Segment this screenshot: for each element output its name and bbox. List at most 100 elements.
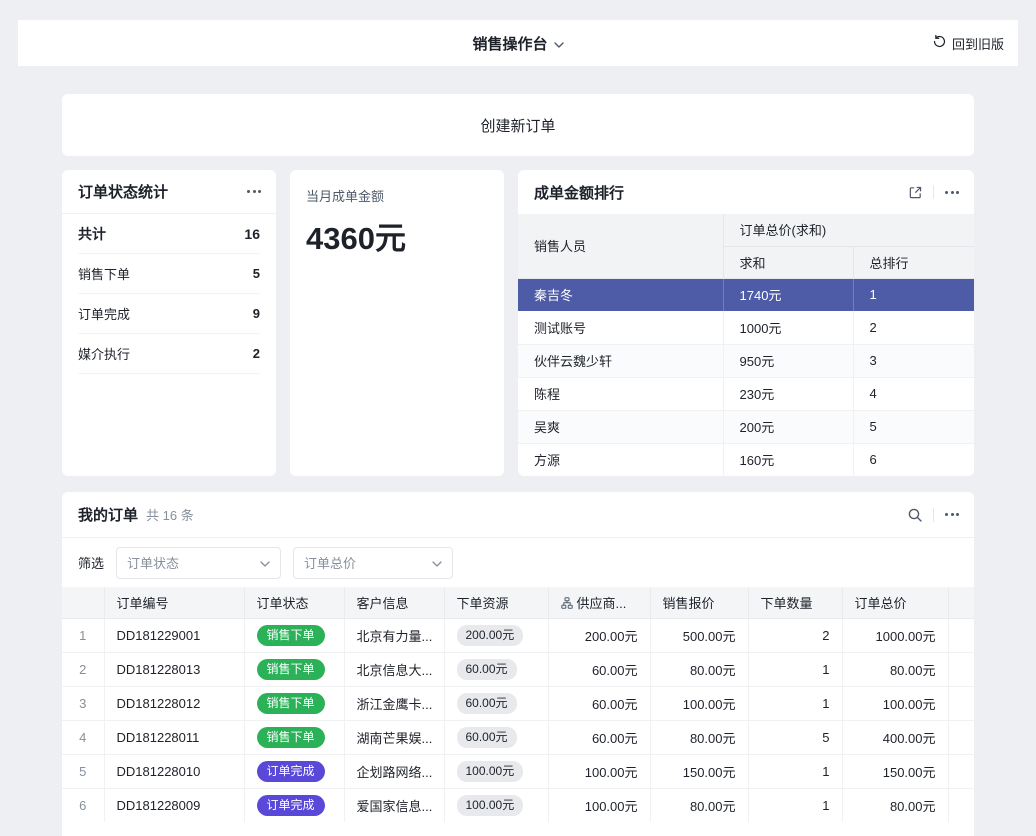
status-row-media[interactable]: 媒介执行 2: [78, 334, 260, 374]
more-icon[interactable]: [246, 187, 262, 196]
row-number: 5: [62, 754, 104, 788]
resource-cell: 100.00元: [444, 788, 548, 822]
divider: [933, 508, 934, 522]
rank-sum: 1740元: [723, 278, 853, 311]
qty-cell: 2: [748, 618, 842, 652]
order-no-cell: DD181229001: [104, 618, 244, 652]
rank-row[interactable]: 伙伴云魏少轩 950元 3: [518, 344, 974, 377]
col-resource: 下单资源: [444, 587, 548, 618]
order-status-filter-select[interactable]: 订单状态: [116, 547, 281, 579]
filter-row: 筛选 订单状态 订单总价: [62, 538, 974, 587]
row-number: 3: [62, 686, 104, 720]
order-row[interactable]: 6 DD181228009 订单完成 爱国家信息... 100.00元 100.…: [62, 788, 974, 822]
spacer-cell: [948, 720, 974, 754]
status-label: 销售下单: [78, 264, 130, 283]
order-total-filter-select[interactable]: 订单总价: [293, 547, 453, 579]
col-total: 订单总价: [842, 587, 948, 618]
rank-rank: 2: [853, 311, 974, 344]
order-row[interactable]: 5 DD181228010 订单完成 企划路网络... 100.00元 100.…: [62, 754, 974, 788]
resource-cell: 100.00元: [444, 754, 548, 788]
rank-rank: 5: [853, 410, 974, 443]
supplier-cell: 60.00元: [548, 652, 650, 686]
quote-cell: 150.00元: [650, 754, 748, 788]
order-row[interactable]: 4 DD181228011 销售下单 湖南芒果娱... 60.00元 60.00…: [62, 720, 974, 754]
order-row[interactable]: 2 DD181228013 销售下单 北京信息大... 60.00元 60.00…: [62, 652, 974, 686]
rank-col-group: 订单总价(求和): [723, 214, 974, 246]
quote-cell: 80.00元: [650, 652, 748, 686]
status-row-complete[interactable]: 订单完成 9: [78, 294, 260, 334]
create-order-label: 创建新订单: [480, 115, 555, 136]
row-number: 2: [62, 652, 104, 686]
rank-row[interactable]: 秦吉冬 1740元 1: [518, 278, 974, 311]
rank-row[interactable]: 测试账号 1000元 2: [518, 311, 974, 344]
customer-cell: 企划路网络...: [344, 754, 444, 788]
status-value: 16: [244, 226, 260, 242]
status-row-total[interactable]: 共计 16: [78, 214, 260, 254]
qty-cell: 5: [748, 720, 842, 754]
customer-cell: 浙江金鹰卡...: [344, 686, 444, 720]
app-switcher[interactable]: 销售操作台: [472, 33, 563, 54]
customer-cell: 爱国家信息...: [344, 788, 444, 822]
back-to-old-version-button[interactable]: 回到旧版: [932, 20, 1004, 66]
rank-person: 陈程: [518, 377, 723, 410]
rank-sum: 950元: [723, 344, 853, 377]
customer-cell: 湖南芒果娱...: [344, 720, 444, 754]
status-label: 媒介执行: [78, 344, 130, 363]
rank-rank: 1: [853, 278, 974, 311]
col-order-no: 订单编号: [104, 587, 244, 618]
orders-table: 订单编号 订单状态 客户信息 下单资源 供应商... 销售报价 下单数量 订单总…: [62, 587, 974, 822]
rank-sum: 1000元: [723, 311, 853, 344]
resource-cell: 60.00元: [444, 686, 548, 720]
stats-row: 订单状态统计 共计 16 销售下单 5 订单完成 9 媒介执行 2: [62, 170, 974, 476]
total-cell: 80.00元: [842, 652, 948, 686]
more-icon[interactable]: [944, 188, 960, 197]
rank-person: 方源: [518, 443, 723, 476]
rank-row[interactable]: 方源 160元 6: [518, 443, 974, 476]
top-bar: 销售操作台 回到旧版: [18, 20, 1018, 66]
order-no-cell: DD181228010: [104, 754, 244, 788]
link-field-icon: [561, 596, 577, 611]
status-value: 9: [253, 306, 260, 321]
search-icon[interactable]: [907, 507, 923, 523]
order-row[interactable]: 3 DD181228012 销售下单 浙江金鹰卡... 60.00元 60.00…: [62, 686, 974, 720]
order-status-card: 订单状态统计 共计 16 销售下单 5 订单完成 9 媒介执行 2: [62, 170, 276, 476]
status-cell: 订单完成: [244, 754, 344, 788]
ranking-header-icons: [908, 185, 960, 200]
rank-row[interactable]: 吴爽 200元 5: [518, 410, 974, 443]
resource-cell: 60.00元: [444, 720, 548, 754]
supplier-cell: 100.00元: [548, 788, 650, 822]
ranking-card-title: 成单金额排行: [534, 182, 624, 203]
status-row-sales[interactable]: 销售下单 5: [78, 254, 260, 294]
qty-cell: 1: [748, 788, 842, 822]
spacer-cell: [948, 754, 974, 788]
order-no-cell: DD181228009: [104, 788, 244, 822]
back-link-label: 回到旧版: [952, 34, 1004, 53]
status-cell: 销售下单: [244, 618, 344, 652]
order-row[interactable]: 1 DD181229001 销售下单 北京有力量... 200.00元 200.…: [62, 618, 974, 652]
quote-cell: 500.00元: [650, 618, 748, 652]
status-value: 5: [253, 266, 260, 281]
rank-rank: 3: [853, 344, 974, 377]
row-number: 4: [62, 720, 104, 754]
status-cell: 销售下单: [244, 686, 344, 720]
rank-row[interactable]: 陈程 230元 4: [518, 377, 974, 410]
status-badge: 订单完成: [257, 795, 325, 816]
quote-cell: 100.00元: [650, 686, 748, 720]
total-cell: 1000.00元: [842, 618, 948, 652]
total-cell: 150.00元: [842, 754, 948, 788]
amount-value: 4360元: [306, 213, 488, 258]
create-order-button[interactable]: 创建新订单: [62, 94, 974, 156]
row-number-header: [62, 587, 104, 618]
supplier-cell: 200.00元: [548, 618, 650, 652]
more-icon[interactable]: [944, 510, 960, 519]
total-cell: 400.00元: [842, 720, 948, 754]
resource-tag: 60.00元: [457, 659, 517, 680]
total-cell: 80.00元: [842, 788, 948, 822]
export-icon[interactable]: [908, 185, 923, 200]
supplier-cell: 60.00元: [548, 720, 650, 754]
status-label: 订单完成: [78, 304, 130, 323]
rank-rank: 4: [853, 377, 974, 410]
status-card-title: 订单状态统计: [78, 181, 168, 202]
status-card-header: 订单状态统计: [62, 170, 276, 214]
spacer-cell: [948, 686, 974, 720]
